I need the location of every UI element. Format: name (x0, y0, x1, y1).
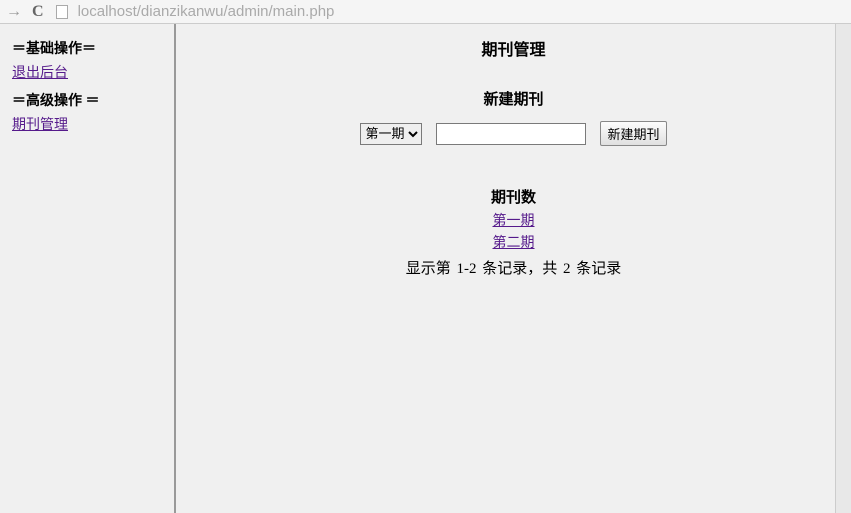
sidebar-section-basic: ＝基础操作＝ (12, 38, 162, 58)
issue-link[interactable]: 第二期 (176, 233, 851, 255)
back-arrow-icon[interactable]: → (4, 3, 24, 21)
record-summary: 显示第 1-2 条记录，共 2 条记录 (176, 257, 851, 278)
page-title: 期刊管理 (176, 36, 851, 60)
create-journal-title: 新建期刊 (176, 88, 851, 109)
journal-count-title: 期刊数 (176, 186, 851, 207)
browser-toolbar: → C localhost/dianzikanwu/admin/main.php (0, 0, 851, 24)
main-panel: 期刊管理 新建期刊 第一期 新建期刊 期刊数 第一期 第二期 显示第 1-2 条… (176, 24, 851, 513)
vertical-scrollbar[interactable] (835, 24, 851, 513)
sidebar: ＝基础操作＝ 退出后台 ＝高级操作 ＝ 期刊管理 (0, 24, 176, 513)
journal-name-input[interactable] (436, 123, 586, 145)
logout-link[interactable]: 退出后台 (12, 62, 162, 82)
url-display: localhost/dianzikanwu/admin/main.php (78, 3, 335, 20)
content-area: ＝基础操作＝ 退出后台 ＝高级操作 ＝ 期刊管理 期刊管理 新建期刊 第一期 新… (0, 24, 851, 513)
create-form-row: 第一期 新建期刊 (176, 121, 851, 146)
issue-link[interactable]: 第一期 (176, 211, 851, 233)
sidebar-section-advanced: ＝高级操作 ＝ (12, 90, 162, 110)
journal-manage-link[interactable]: 期刊管理 (12, 114, 162, 134)
create-journal-button[interactable]: 新建期刊 (600, 121, 666, 146)
page-icon (56, 5, 68, 19)
reload-icon[interactable]: C (32, 3, 44, 21)
issue-select[interactable]: 第一期 (360, 123, 422, 145)
